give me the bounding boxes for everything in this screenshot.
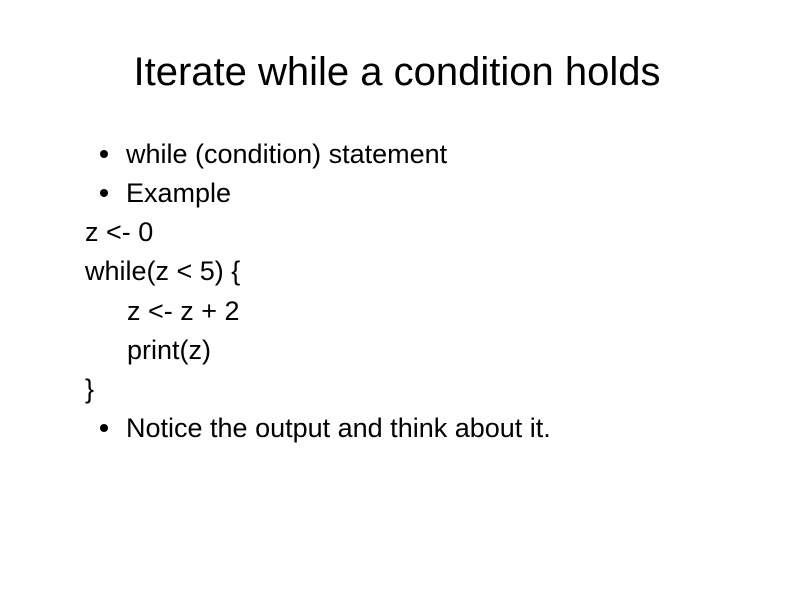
bullet-text: Notice the output and think about it. xyxy=(126,409,551,448)
bullet-item: while (condition) statement xyxy=(85,135,734,174)
code-line: z <- 0 xyxy=(85,213,734,252)
code-line: while(z < 5) { xyxy=(85,252,734,291)
slide-body: while (condition) statement Example z <-… xyxy=(60,135,734,448)
bullet-text: while (condition) statement xyxy=(126,135,447,174)
bullet-text: Example xyxy=(126,174,231,213)
bullet-item: Example xyxy=(85,174,734,213)
bullet-icon xyxy=(100,424,108,432)
bullet-item: Notice the output and think about it. xyxy=(85,409,734,448)
bullet-icon xyxy=(100,189,108,197)
bullet-icon xyxy=(100,150,108,158)
code-line: } xyxy=(85,370,734,409)
code-line: z <- z + 2 xyxy=(85,292,734,331)
code-line: print(z) xyxy=(85,331,734,370)
slide-title: Iterate while a condition holds xyxy=(60,50,734,95)
